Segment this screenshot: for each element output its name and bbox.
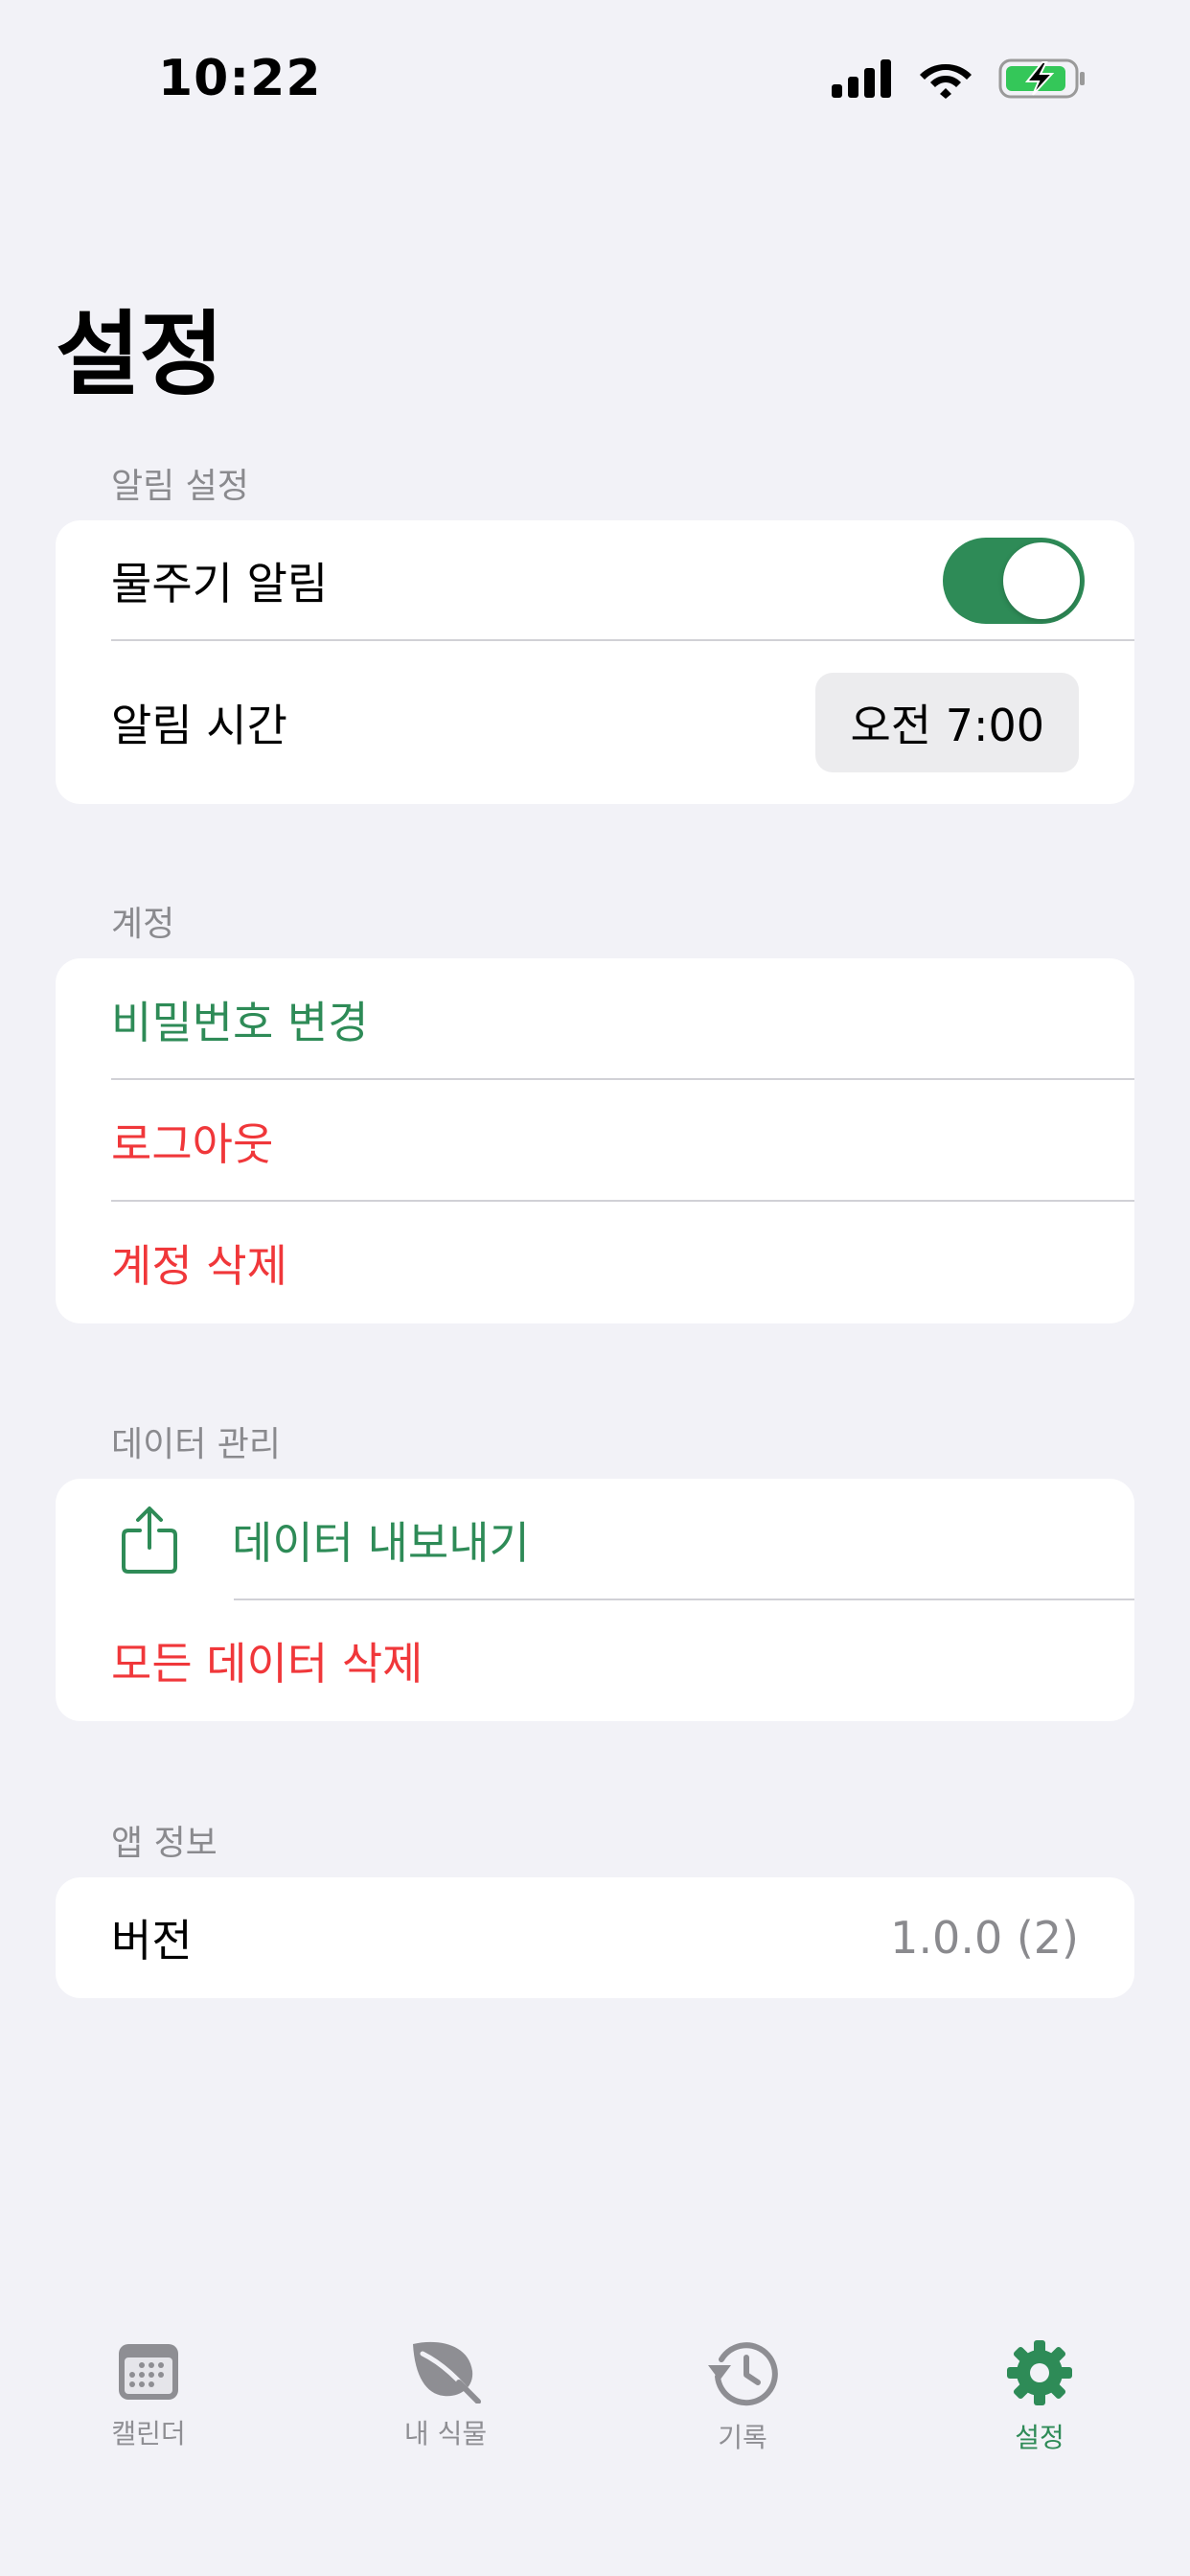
wifi-icon bbox=[920, 64, 972, 99]
leaf-icon bbox=[413, 2341, 481, 2404]
page-title: 설정 bbox=[56, 301, 224, 408]
notification-time-label: 알림 시간 bbox=[111, 700, 287, 751]
notification-time-picker[interactable]: 오전 7:00 bbox=[815, 673, 1079, 772]
version-row: 버전 1.0.0 (2) bbox=[56, 1877, 1134, 1998]
watering-notification-label: 물주기 알림 bbox=[111, 558, 329, 610]
export-data-label: 데이터 내보내기 bbox=[232, 1516, 530, 1569]
notification-time-row: 알림 시간 오전 7:00 bbox=[56, 641, 1134, 804]
gear-icon bbox=[1007, 2340, 1072, 2405]
status-time: 10:22 bbox=[158, 50, 322, 107]
account-card: 비밀번호 변경 로그아웃 계정 삭제 bbox=[56, 958, 1134, 1323]
version-label: 버전 bbox=[111, 1915, 193, 1966]
watering-notification-toggle[interactable] bbox=[943, 538, 1085, 624]
status-icons bbox=[832, 58, 1087, 100]
change-password-button[interactable]: 비밀번호 변경 bbox=[56, 958, 1134, 1080]
toggle-knob bbox=[1003, 542, 1080, 619]
tab-label: 설정 bbox=[1015, 2422, 1064, 2453]
change-password-label: 비밀번호 변경 bbox=[111, 996, 369, 1048]
tab-bar: 캘린더 내 식물 기록 설정 bbox=[0, 2338, 1190, 2501]
section-header-notifications: 알림 설정 bbox=[111, 467, 249, 506]
section-header-account: 계정 bbox=[111, 905, 175, 944]
notifications-card: 물주기 알림 알림 시간 오전 7:00 bbox=[56, 520, 1134, 804]
tab-calendar[interactable]: 캘린더 bbox=[53, 2338, 244, 2451]
tab-settings[interactable]: 설정 bbox=[944, 2338, 1135, 2455]
battery-charging-icon bbox=[998, 58, 1085, 99]
tab-label: 기록 bbox=[718, 2422, 767, 2453]
logout-label: 로그아웃 bbox=[111, 1117, 274, 1170]
tab-my-plants[interactable]: 내 식물 bbox=[350, 2338, 541, 2451]
data-management-card: 데이터 내보내기 모든 데이터 삭제 bbox=[56, 1479, 1134, 1721]
tab-history[interactable]: 기록 bbox=[647, 2338, 838, 2455]
watering-notification-row: 물주기 알림 bbox=[56, 520, 1134, 641]
history-icon bbox=[708, 2342, 778, 2406]
version-value: 1.0.0 (2) bbox=[890, 1912, 1079, 1964]
section-header-data: 데이터 관리 bbox=[111, 1425, 282, 1464]
delete-all-data-label: 모든 데이터 삭제 bbox=[111, 1638, 423, 1690]
share-icon bbox=[122, 1506, 177, 1574]
app-info-card: 버전 1.0.0 (2) bbox=[56, 1877, 1134, 1998]
delete-account-label: 계정 삭제 bbox=[111, 1239, 287, 1292]
logout-button[interactable]: 로그아웃 bbox=[56, 1080, 1134, 1202]
settings-screen: 10:22 설정 알림 설정 물주기 알림 알림 시간 오전 7:00 계정 비… bbox=[0, 0, 1190, 2576]
signal-icon bbox=[832, 59, 891, 98]
export-data-button[interactable]: 데이터 내보내기 bbox=[56, 1479, 1134, 1600]
tab-label: 내 식물 bbox=[403, 2418, 488, 2450]
tab-label: 캘린더 bbox=[111, 2418, 186, 2450]
delete-account-button[interactable]: 계정 삭제 bbox=[56, 1202, 1134, 1323]
section-header-app-info: 앱 정보 bbox=[111, 1824, 217, 1863]
delete-all-data-button[interactable]: 모든 데이터 삭제 bbox=[56, 1600, 1134, 1721]
calendar-icon bbox=[119, 2344, 178, 2400]
